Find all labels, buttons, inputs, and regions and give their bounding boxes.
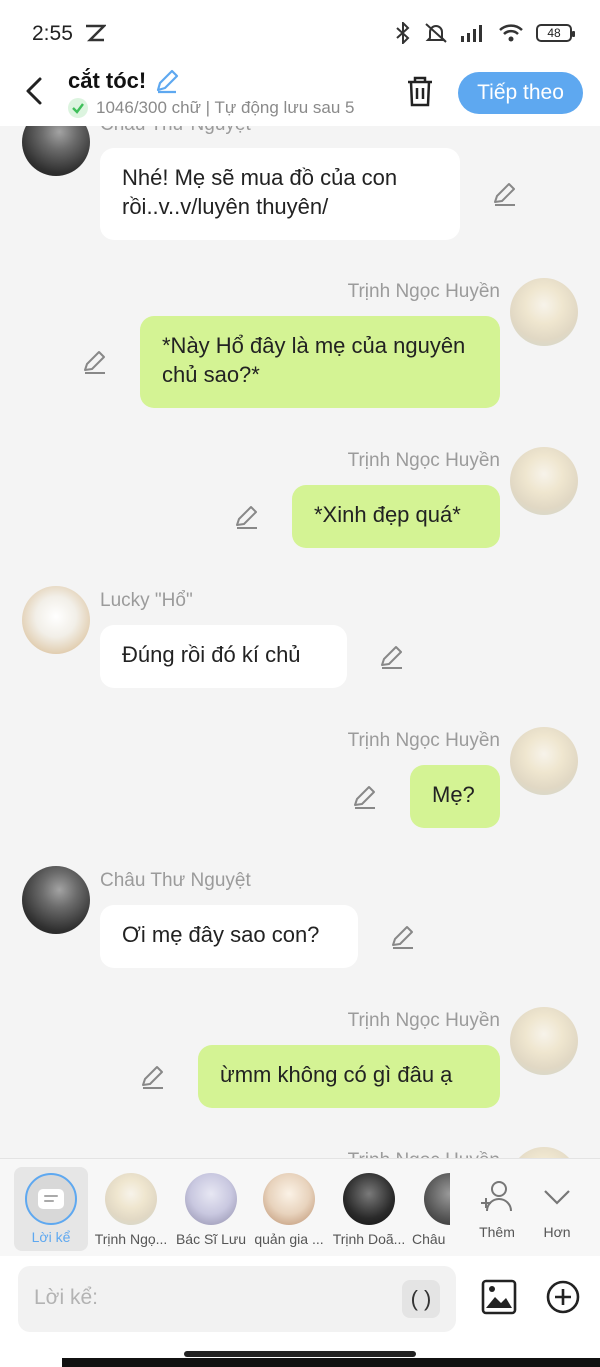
input-placeholder: Lời kể: [34,1286,98,1309]
character-label: Trịnh Doã... [332,1231,406,1247]
status-time: 2:55 [32,22,73,45]
avatar [185,1173,237,1225]
message-bubble[interactable]: Mẹ? [410,765,500,828]
message-input[interactable]: Lời kể: ( ) [18,1266,456,1332]
avatar [343,1173,395,1225]
system-nav-area [0,1342,600,1367]
edit-icon[interactable] [390,924,416,950]
battery-icon: 48 [536,24,575,42]
message-bubble[interactable]: ừmm không có gì đâu ạ [198,1045,500,1108]
sender-name: Trịnh Ngọc Huyền [348,1150,500,1158]
back-arrow-icon[interactable] [20,76,48,106]
wifi-icon [499,24,523,42]
edit-icon[interactable] [82,349,108,375]
character-item[interactable]: Châu [406,1167,450,1251]
header: cắt tóc! 1046/300 chữ | Tự động lưu sau … [0,62,600,126]
autosave-row: 1046/300 chữ | Tự động lưu sau 5 [68,98,380,118]
more-label: Hơn [543,1224,571,1240]
nav-bar-edge [62,1358,600,1367]
avatar[interactable] [510,1147,578,1158]
sender-name: Châu Thư Nguyệt [100,870,251,891]
sender-name: Trịnh Ngọc Huyền [347,450,500,471]
avatar [263,1173,315,1225]
avatar[interactable] [510,727,578,795]
more-button[interactable]: Hơn [520,1167,594,1251]
trash-icon[interactable] [404,74,436,108]
plus-circle-icon[interactable] [544,1278,582,1316]
pencil-icon[interactable] [154,68,180,94]
sender-name: Trịnh Ngọc Huyền [347,281,500,302]
edit-icon[interactable] [492,181,518,207]
message-bubble[interactable]: Nhé! Mẹ sẽ mua đồ của con rồi..v..v/luyê… [100,148,460,240]
page-title: cắt tóc! [68,68,147,93]
edit-icon[interactable] [379,644,405,670]
status-icons: 48 [394,22,575,44]
image-icon[interactable] [480,1278,518,1316]
avatar[interactable] [510,1007,578,1075]
character-bar: Lời kể Trịnh Ngọ... Bác Sĩ Lưu quản gia … [0,1158,600,1257]
message-bubble[interactable]: Ơi mẹ đây sao con? [100,905,358,968]
paren-button[interactable]: ( ) [402,1280,440,1318]
character-label: Châu [412,1231,446,1247]
sender-name: Châu Thư Nguyệt [100,126,251,136]
home-indicator[interactable] [184,1351,416,1357]
title-row[interactable]: cắt tóc! [68,68,180,94]
narrator-icon [25,1173,77,1225]
message-bubble[interactable]: Đúng rồi đó kí chủ [100,625,347,688]
avatar [105,1173,157,1225]
message-bubble[interactable]: *Này Hổ đây là mẹ của nguyên chủ sao?* [140,316,500,408]
avatar[interactable] [22,126,90,176]
bluetooth-icon [396,22,410,44]
character-label: Trịnh Ngọ... [94,1231,168,1247]
check-icon [68,98,88,118]
signal-icon [461,25,482,42]
character-narrator[interactable]: Lời kể [14,1167,88,1251]
add-person-icon [481,1181,512,1212]
status-bar: 2:55 48 [0,0,600,62]
character-label: quản gia ... [254,1231,324,1247]
sender-name: Trịnh Ngọc Huyền [347,730,500,751]
character-item[interactable]: Trịnh Doã... [332,1167,406,1251]
chevron-down-icon [544,1190,570,1205]
edit-icon[interactable] [234,504,260,530]
input-bar: Lời kể: ( ) [0,1256,600,1342]
character-label: Lời kể [31,1229,71,1245]
edit-icon[interactable] [140,1064,166,1090]
avatar[interactable] [510,447,578,515]
next-button[interactable]: Tiếp theo [458,72,583,114]
character-item[interactable]: quản gia ... [252,1167,326,1251]
avatar[interactable] [22,866,90,934]
word-count-autosave: 1046/300 chữ | Tự động lưu sau 5 [96,98,355,117]
edit-icon[interactable] [352,784,378,810]
chat-area[interactable]: Châu Thư Nguyệt Nhé! Mẹ sẽ mua đồ của co… [0,126,600,1158]
avatar [424,1173,450,1225]
avatar[interactable] [510,278,578,346]
avatar[interactable] [22,586,90,654]
sender-name: Lucky "Hổ" [100,590,193,611]
mute-icon [425,23,447,43]
message-bubble[interactable]: *Xinh đẹp quá* [292,485,500,548]
sender-name: Trịnh Ngọc Huyền [347,1010,500,1031]
app-notification-icon [86,24,106,42]
character-label: Bác Sĩ Lưu [175,1231,247,1247]
character-item[interactable]: Trịnh Ngọ... [94,1167,168,1251]
character-item[interactable]: Bác Sĩ Lưu [174,1167,248,1251]
